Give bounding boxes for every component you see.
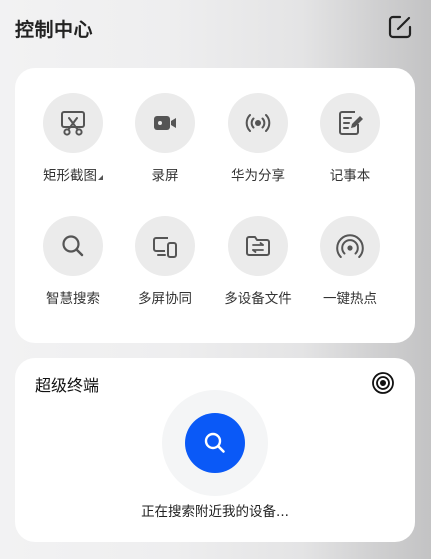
search-device-halo bbox=[162, 390, 268, 496]
more-options-corner-icon bbox=[98, 175, 103, 180]
notepad-icon bbox=[339, 111, 363, 135]
tool-multi-device-files[interactable]: 多设备文件 bbox=[212, 216, 304, 316]
shortcut-tools-card: 矩形截图 录屏 华为分享 记事本 智慧搜索 多屏协同 多设备文件 一键热点 bbox=[15, 68, 415, 343]
tool-icon-button[interactable] bbox=[228, 93, 288, 153]
tool-icon-button[interactable] bbox=[43, 216, 103, 276]
page-title: 控制中心 bbox=[15, 19, 94, 41]
tool-icon-button[interactable] bbox=[135, 93, 195, 153]
super-device-title: 超级终端 bbox=[35, 376, 100, 395]
tool-icon-button[interactable] bbox=[320, 216, 380, 276]
tool-label: 矩形截图 bbox=[27, 164, 119, 184]
tool-label: 记事本 bbox=[329, 168, 371, 184]
tool-label: 录屏 bbox=[151, 168, 179, 184]
target-icon bbox=[372, 372, 394, 394]
tool-icon-button[interactable] bbox=[43, 93, 103, 153]
screenshot-scissors-icon bbox=[61, 111, 85, 136]
search-devices-button[interactable] bbox=[185, 413, 245, 473]
tool-hotspot[interactable]: 一键热点 bbox=[304, 216, 396, 316]
control-center-header: 控制中心 bbox=[15, 12, 417, 44]
tool-label: 华为分享 bbox=[231, 168, 285, 184]
share-wireless-icon bbox=[245, 114, 271, 132]
tool-icon-button[interactable] bbox=[135, 216, 195, 276]
tool-icon-button[interactable] bbox=[320, 93, 380, 153]
hotspot-icon bbox=[336, 234, 364, 258]
tool-notepad[interactable]: 记事本 bbox=[304, 93, 396, 193]
folder-transfer-icon bbox=[246, 236, 270, 256]
tool-label: 智慧搜索 bbox=[46, 291, 100, 307]
tool-icon-button[interactable] bbox=[228, 216, 288, 276]
tool-label: 一键热点 bbox=[323, 291, 377, 307]
search-icon bbox=[62, 235, 84, 257]
search-status-text: 正在搜索附近我的设备... bbox=[141, 504, 289, 520]
tool-multi-screen[interactable]: 多屏协同 bbox=[119, 216, 211, 316]
multi-screen-icon bbox=[153, 237, 177, 258]
video-camera-icon bbox=[154, 116, 176, 130]
search-icon bbox=[204, 432, 225, 453]
tool-label: 多设备文件 bbox=[224, 291, 292, 307]
tool-smart-search[interactable]: 智慧搜索 bbox=[27, 216, 119, 316]
tool-screen-record[interactable]: 录屏 bbox=[119, 93, 211, 193]
super-device-card: 超级终端 正在搜索附近我的设备... bbox=[15, 358, 415, 542]
tool-rect-screenshot[interactable]: 矩形截图 bbox=[27, 93, 119, 193]
tool-huawei-share[interactable]: 华为分享 bbox=[212, 93, 304, 193]
tool-label: 多屏协同 bbox=[138, 291, 192, 307]
edit-icon bbox=[388, 15, 412, 39]
device-target-button[interactable] bbox=[371, 371, 395, 395]
edit-button[interactable] bbox=[387, 14, 413, 40]
